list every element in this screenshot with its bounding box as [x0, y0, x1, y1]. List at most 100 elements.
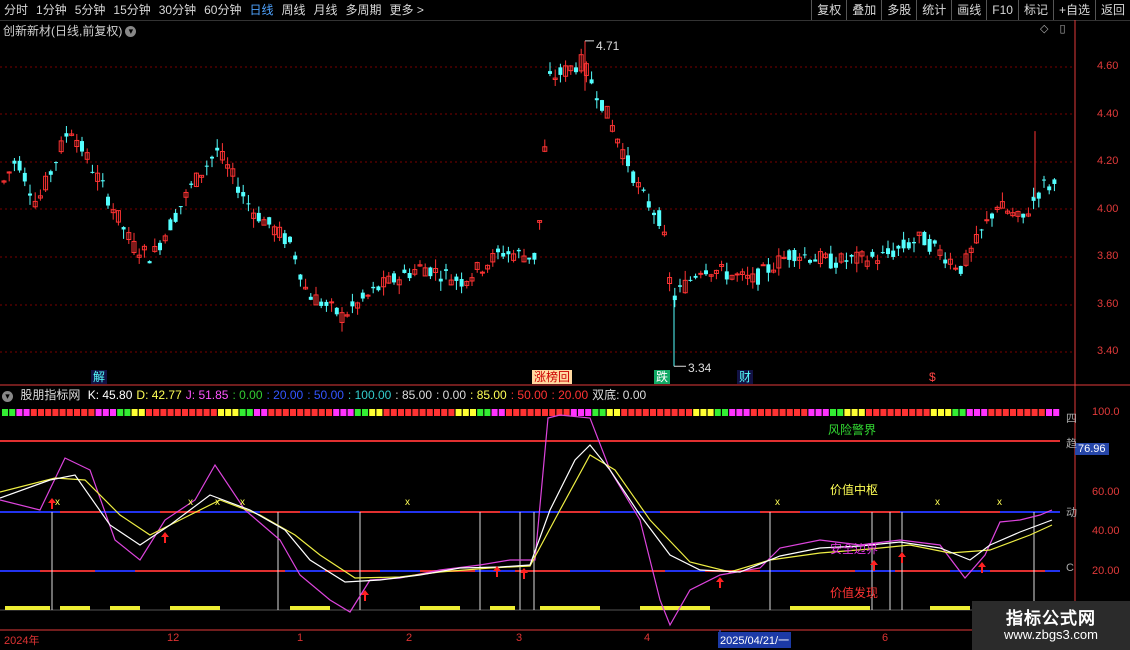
event-drop[interactable]: 跌	[654, 370, 671, 384]
signal-square	[779, 409, 786, 416]
zone-value-center: 价值中枢	[830, 483, 879, 497]
panel-toggle-icon[interactable]: ▯	[1060, 23, 1066, 35]
high-price-marker: 4.71	[596, 39, 620, 53]
signal-square	[196, 409, 203, 416]
candle-body	[444, 269, 448, 271]
signal-square	[966, 409, 973, 416]
chart-frame	[0, 20, 1130, 632]
event-dividend[interactable]: $	[927, 370, 938, 384]
date-label: 2	[406, 632, 413, 644]
candle-body	[574, 67, 578, 73]
signal-square	[549, 409, 556, 416]
signal-square	[326, 409, 332, 416]
signal-square	[693, 409, 700, 416]
stock-name: 创新新材(日线,前复权)	[3, 24, 123, 38]
signal-square	[635, 409, 642, 416]
candle-body	[298, 274, 303, 280]
signal-square	[1010, 409, 1016, 416]
candle-body	[849, 254, 854, 257]
date-label: 4	[644, 632, 651, 644]
candle-body	[953, 267, 959, 270]
signal-square	[16, 409, 23, 416]
signal-bar	[110, 606, 140, 610]
candle-body	[496, 248, 500, 253]
signal-square	[606, 409, 613, 416]
signal-square	[390, 409, 397, 416]
signal-square	[758, 409, 764, 416]
candle-body	[360, 292, 365, 299]
signal-square	[506, 409, 512, 416]
signal-square	[383, 409, 390, 416]
signal-bar	[290, 606, 330, 610]
signal-square	[945, 409, 952, 416]
crosshair-date-label: 2025/04/21/一	[718, 632, 792, 648]
signal-square	[858, 409, 865, 416]
tag-si: 四	[1066, 413, 1077, 425]
signal-square	[290, 409, 296, 416]
candle-body	[688, 279, 693, 281]
signal-square	[650, 409, 656, 416]
signal-square	[254, 409, 260, 416]
diamond-icon[interactable]: ◇	[1040, 23, 1048, 35]
signal-square	[520, 409, 527, 416]
indicator-name[interactable]: 股朋指标网	[20, 388, 80, 402]
signal-square	[542, 409, 548, 416]
signal-square	[722, 409, 728, 416]
candle-body	[600, 100, 604, 111]
event-rank-back[interactable]: 涨榜回	[532, 370, 573, 384]
candlestick-series	[1, 40, 1057, 367]
signal-square	[743, 409, 750, 416]
chevron-down-icon[interactable]: ▾	[125, 26, 137, 38]
indicator-value: : 20.00	[551, 388, 589, 402]
event-unlock[interactable]: 解	[91, 370, 108, 384]
signal-square	[700, 409, 707, 416]
date-label: 6	[882, 632, 889, 644]
candle-body	[984, 219, 990, 222]
signal-square	[686, 409, 692, 416]
signal-square	[59, 409, 66, 416]
signal-square	[124, 409, 131, 416]
signal-square	[513, 409, 520, 416]
signal-square	[916, 409, 923, 416]
signal-square	[1046, 409, 1052, 416]
candle-body	[12, 160, 17, 164]
k-line	[0, 444, 1053, 583]
current-value-badge: 76.96	[1075, 443, 1109, 455]
candle-body	[365, 294, 371, 297]
signal-bar	[640, 606, 710, 610]
signal-square	[477, 409, 484, 416]
candle-body	[932, 240, 937, 244]
signal-square	[398, 409, 404, 416]
signal-bar	[170, 606, 220, 610]
candle-body	[527, 257, 532, 260]
indicator-value: D: 42.77	[136, 388, 182, 402]
signal-square	[174, 409, 181, 416]
stock-title[interactable]: 创新新材(日线,前复权) ▾	[3, 22, 137, 39]
signal-bar	[60, 606, 90, 610]
signal-square	[887, 409, 894, 416]
signal-square	[311, 409, 318, 416]
cross-marker: x	[775, 497, 780, 508]
indicator-value: : 0.00	[232, 388, 263, 402]
date-label: 1	[297, 632, 304, 644]
watermark-url: www.zbgs3.com	[1004, 627, 1098, 642]
cross-marker: x	[215, 497, 220, 508]
signal-square	[736, 409, 743, 416]
signal-square	[930, 409, 937, 416]
date-label: 2024年	[4, 635, 40, 647]
signal-square	[470, 409, 476, 416]
candle-body	[787, 250, 792, 260]
signal-square	[110, 409, 116, 416]
signal-square	[498, 409, 505, 416]
signal-square	[297, 409, 304, 416]
candle-body	[147, 261, 152, 264]
kline-chart[interactable]: xxxxxxxx	[0, 0, 1130, 650]
signal-bar	[790, 606, 870, 610]
signal-square	[851, 409, 858, 416]
candle-body	[241, 192, 246, 197]
indicator-value: : 50.00	[510, 388, 548, 402]
chevron-down-icon[interactable]: ▾	[2, 391, 13, 402]
candle-body	[402, 269, 407, 273]
candle-body	[64, 133, 69, 137]
event-finance[interactable]: 财	[737, 370, 754, 384]
